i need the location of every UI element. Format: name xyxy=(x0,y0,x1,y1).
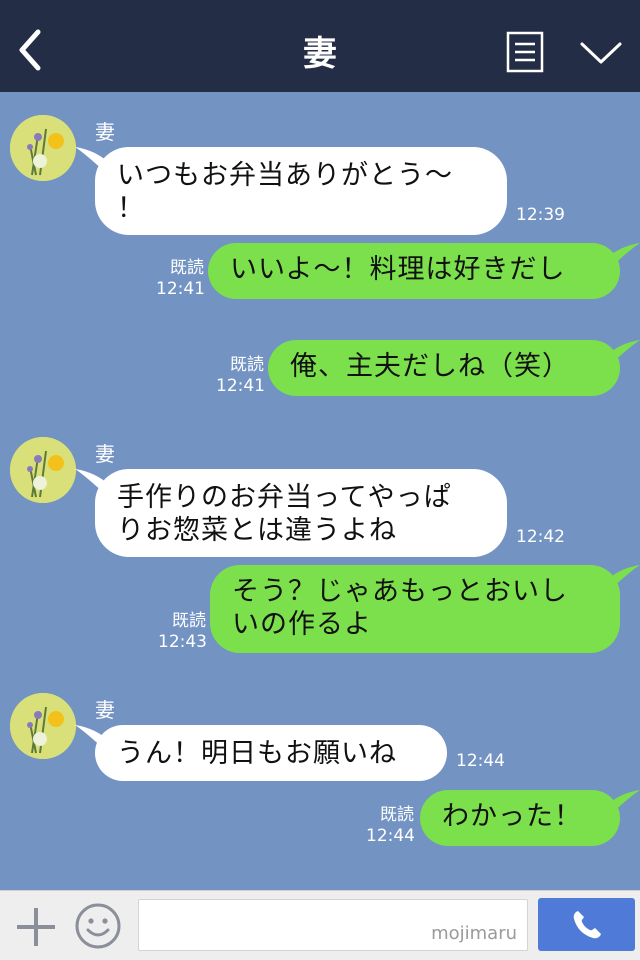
message-time: 12:44 xyxy=(366,826,415,846)
message-meta: 既読 12:44 xyxy=(366,805,415,847)
message-line: 手作りのお弁当ってやっぱ xyxy=(117,482,452,513)
message-input[interactable]: mojimaru xyxy=(138,899,528,951)
avatar[interactable] xyxy=(10,437,76,503)
read-receipt: 既読 xyxy=(172,611,206,631)
message-time: 12:44 xyxy=(456,751,505,771)
message-line: うん！明日もお願いね xyxy=(117,738,397,769)
read-receipt: 既読 xyxy=(230,355,264,375)
message-meta: 既読 12:41 xyxy=(216,355,265,397)
message-line: いの作るよ xyxy=(232,609,372,640)
bubble-tail xyxy=(75,725,109,753)
sender-name: 妻 xyxy=(95,698,115,722)
message-bubble-outgoing[interactable]: わかった！ xyxy=(420,790,640,846)
chat-header: 妻 xyxy=(0,0,640,92)
message-line: ！ xyxy=(117,193,145,224)
sender-name: 妻 xyxy=(95,442,115,466)
message-bubble-outgoing[interactable]: そう？じゃあもっとおいし いの作るよ xyxy=(210,565,640,653)
message-bubble-outgoing[interactable]: いいよ〜！料理は好きだし xyxy=(208,243,640,299)
bubble-tail xyxy=(75,469,109,497)
message-line: そう？じゃあもっとおいし xyxy=(232,576,568,607)
plus-icon[interactable] xyxy=(14,905,58,949)
bubble-tail xyxy=(75,147,109,175)
message-meta: 既読 12:43 xyxy=(158,611,207,653)
call-button[interactable] xyxy=(538,898,635,951)
message-time: 12:43 xyxy=(158,632,207,652)
chat-title: 妻 xyxy=(303,34,337,74)
avatar[interactable] xyxy=(10,693,76,759)
message-bubble-incoming[interactable]: いつもお弁当ありがとう〜 ！ xyxy=(75,147,507,235)
sender-name: 妻 xyxy=(95,120,115,144)
message-line: りお惣菜とは違うよね xyxy=(117,515,397,546)
message-composer: mojimaru xyxy=(0,890,640,960)
message-meta: 既読 12:41 xyxy=(156,258,205,300)
message-bubble-incoming[interactable]: 手作りのお弁当ってやっぱ りお惣菜とは違うよね xyxy=(75,469,507,557)
bubble-tail xyxy=(606,243,640,271)
read-receipt: 既読 xyxy=(380,805,414,825)
message-line: いいよ〜！料理は好きだし xyxy=(230,254,566,285)
message-bubble-outgoing[interactable]: 俺、主夫だしね（笑） xyxy=(268,340,640,396)
phone-icon xyxy=(573,911,601,939)
message-time: 12:41 xyxy=(156,279,205,299)
smiley-icon[interactable] xyxy=(74,902,122,950)
read-receipt: 既読 xyxy=(170,258,204,278)
message-time: 12:39 xyxy=(516,205,565,225)
chevron-down-icon[interactable] xyxy=(578,38,624,68)
note-icon[interactable] xyxy=(506,31,544,73)
bubble-tail xyxy=(606,565,640,593)
avatar[interactable] xyxy=(10,115,76,181)
message-time: 12:42 xyxy=(516,527,565,547)
message-line: わかった！ xyxy=(442,801,582,832)
flower-icon xyxy=(10,693,76,759)
message-bubble-incoming[interactable]: うん！明日もお願いね xyxy=(75,725,447,781)
bubble-tail xyxy=(606,790,640,818)
flower-icon xyxy=(10,115,76,181)
flower-icon xyxy=(10,437,76,503)
message-line: いつもお弁当ありがとう〜 xyxy=(117,160,453,191)
bubble-tail xyxy=(606,340,640,368)
message-line: 俺、主夫だしね（笑） xyxy=(290,351,570,382)
watermark-text: mojimaru xyxy=(431,923,517,944)
message-time: 12:41 xyxy=(216,376,265,396)
